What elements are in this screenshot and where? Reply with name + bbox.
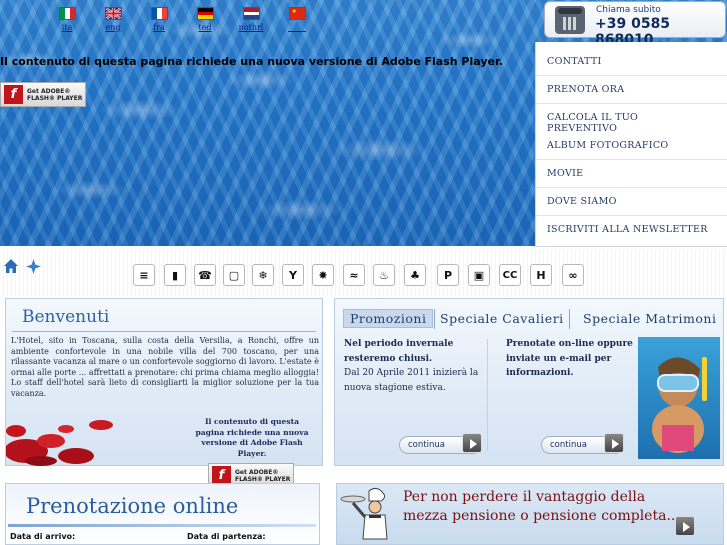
- language-label[interactable]: eng: [105, 23, 120, 32]
- hotel-icon: H: [530, 264, 552, 286]
- flash-required-message: Il contenuto di questa pagina richiede u…: [0, 55, 503, 68]
- departure-date-label: Data di partenza:: [187, 532, 266, 541]
- mobile-phone-icon: ▮: [164, 264, 186, 286]
- garden-icon: ♣: [404, 264, 426, 286]
- menu-item-contatti[interactable]: CONTATTI: [547, 56, 719, 67]
- flag-italy-icon[interactable]: [58, 7, 76, 20]
- language-label[interactable]: ita: [62, 23, 73, 32]
- flash-badge-line2: FLASH® PLAYER: [27, 94, 83, 102]
- menu-item-movie[interactable]: MOVIE: [547, 168, 719, 179]
- phone-contact-box[interactable]: Chiama subito +39 0585 868010: [544, 1, 726, 48]
- beach-icon: ♨: [373, 264, 395, 286]
- parking-icon: P: [437, 264, 459, 286]
- rose-petals-image: [6, 420, 113, 466]
- arrow-right-icon: [462, 433, 482, 453]
- language-label[interactable]: ted: [198, 23, 211, 32]
- language-item[interactable]: nothrl: [228, 7, 274, 32]
- menu-item-album[interactable]: ALBUM FOTOGRAFICO: [547, 140, 719, 151]
- half-board-text: Per non perdere il vantaggio della mezza…: [403, 488, 680, 526]
- telephone-icon: [555, 6, 585, 34]
- welcome-title: Benvenuti: [22, 307, 110, 327]
- language-item[interactable]: ita: [44, 7, 90, 32]
- menu-divider: [536, 215, 727, 216]
- booking-divider: [8, 524, 316, 527]
- tab-speciale-cavalieri[interactable]: Speciale Cavalieri: [440, 311, 564, 326]
- continue-label: continua: [550, 440, 587, 450]
- half-board-banner[interactable]: Per non perdere il vantaggio della mezza…: [336, 483, 724, 545]
- continue-button[interactable]: continua: [541, 433, 624, 454]
- tab-promozioni[interactable]: Promozioni: [343, 309, 434, 328]
- language-selector: ita eng fra ted nothrl ★: [44, 7, 320, 32]
- welcome-flash-message: Il contenuto di questa pagina richiede u…: [195, 417, 309, 458]
- arrow-right-icon[interactable]: [675, 516, 695, 536]
- menu-divider: [536, 187, 727, 188]
- get-flash-player-button[interactable]: f Get ADOBE® FLASH® PLAYER: [0, 82, 86, 107]
- arrival-date-label: Data di arrivo:: [10, 532, 76, 541]
- welcome-panel: Benvenuti L'Hotel, sito in Toscana, sull…: [5, 298, 323, 488]
- phone-caption: Chiama subito: [596, 5, 661, 15]
- pool-icon: ≈: [343, 264, 365, 286]
- menu-item-newsletter[interactable]: ISCRIVITI ALLA NEWSLETTER: [547, 224, 719, 235]
- tab-divider: [569, 309, 570, 329]
- arrow-right-icon: [604, 433, 624, 453]
- newspaper-icon: ≡: [133, 264, 155, 286]
- heating-icon: ✸: [312, 264, 334, 286]
- language-item[interactable]: eng: [90, 7, 136, 32]
- language-item[interactable]: ted: [182, 7, 228, 32]
- flash-badge-text: Get ADOBE® FLASH® PLAYER: [235, 469, 290, 483]
- flag-china-icon[interactable]: ★: [288, 7, 306, 20]
- flag-germany-icon[interactable]: [196, 7, 214, 20]
- minibar-icon: ▣: [468, 264, 490, 286]
- flag-netherlands-icon[interactable]: [242, 7, 260, 20]
- welcome-text: L'Hotel, sito in Toscana, sulla costa de…: [11, 336, 319, 398]
- air-conditioning-icon: ❄: [252, 264, 274, 286]
- language-item[interactable]: ★: [274, 7, 320, 32]
- bar-icon: Y: [282, 264, 304, 286]
- main-menu: CONTATTI PRENOTA ORA CALCOLA IL TUO PREV…: [535, 42, 727, 247]
- promotions-panel: Promozioni Speciale Cavalieri Speciale M…: [334, 298, 724, 466]
- language-label[interactable]: [288, 23, 306, 32]
- menu-divider: [536, 159, 727, 160]
- half-board-line1: Per non perdere il vantaggio della: [403, 489, 646, 505]
- tv-icon: ▢: [223, 264, 245, 286]
- chef-waiter-icon: [340, 487, 388, 540]
- continue-label: continua: [408, 440, 445, 450]
- menu-item-dove-siamo[interactable]: DOVE SIAMO: [547, 196, 719, 207]
- menu-divider: [536, 75, 727, 76]
- child-snorkeling-photo: [638, 337, 720, 459]
- online-booking-panel: Prenotazione online Data di arrivo: Data…: [5, 483, 320, 545]
- promo-winter-text: Dal 20 Aprile 2011 inizierà la nuova sta…: [344, 368, 479, 393]
- continue-button[interactable]: continua: [399, 433, 482, 454]
- credit-card-icon: CC: [499, 264, 521, 286]
- flag-france-icon[interactable]: [150, 7, 168, 20]
- promo-booking-bold: Prenotate on-line oppure inviate un e-ma…: [506, 339, 633, 378]
- language-label[interactable]: nothrl: [239, 23, 264, 32]
- flash-badge-line1: Get ADOBE®: [27, 87, 71, 95]
- sitemap-icon[interactable]: [26, 259, 41, 274]
- language-label[interactable]: fra: [153, 23, 165, 32]
- phone-icon: ☎: [194, 264, 216, 286]
- promo-winter-notice: Nel periodo invernale resteremo chiusi. …: [344, 337, 482, 395]
- half-board-line2: mezza pensione o pensione completa...: [403, 508, 680, 524]
- flash-logo-icon: f: [4, 85, 23, 104]
- flag-uk-icon[interactable]: [104, 7, 122, 20]
- menu-item-preventivo[interactable]: CALCOLA IL TUO PREVENTIVO: [547, 112, 657, 134]
- flash-badge-line1: Get ADOBE®: [235, 468, 279, 476]
- flash-badge-text: Get ADOBE® FLASH® PLAYER: [27, 88, 82, 102]
- tab-speciale-matrimoni[interactable]: Speciale Matrimoni: [583, 311, 716, 326]
- promo-winter-bold: Nel periodo invernale resteremo chiusi.: [344, 339, 454, 364]
- promo-booking-notice: Prenotate on-line oppure inviate un e-ma…: [506, 337, 634, 381]
- promo-divider: [487, 339, 488, 451]
- internet-icon: ∞: [562, 264, 584, 286]
- welcome-divider: [12, 331, 316, 332]
- menu-item-prenota[interactable]: PRENOTA ORA: [547, 84, 719, 95]
- home-icon[interactable]: [3, 258, 19, 274]
- tab-divider: [434, 309, 435, 329]
- flash-badge-line2: FLASH® PLAYER: [235, 475, 291, 483]
- language-item[interactable]: fra: [136, 7, 182, 32]
- menu-divider: [536, 103, 727, 104]
- booking-title: Prenotazione online: [26, 494, 239, 518]
